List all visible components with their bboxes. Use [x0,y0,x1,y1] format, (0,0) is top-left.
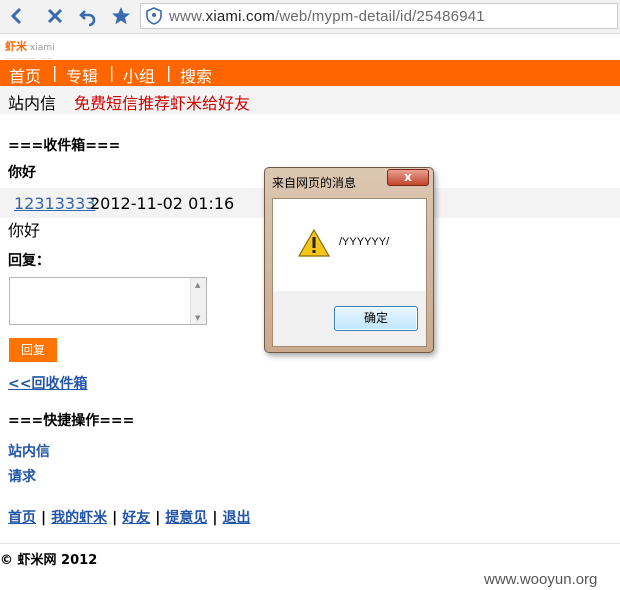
nav-separator: | [109,63,115,82]
footer-separator: | [41,510,47,526]
quick-actions-heading: ===快捷操作=== [8,413,135,429]
nav-item-home[interactable]: 首页 [9,63,41,87]
reply-textarea[interactable]: ▲ ▼ [9,277,207,325]
url-text: www.xiami.com/web/mypm-detail/id/2548694… [169,8,485,25]
footer-link-feedback[interactable]: 提意见 [165,510,207,526]
nav-item-albums[interactable]: 专辑 [66,63,98,87]
quick-link-messages[interactable]: 站内信 [8,441,50,461]
inbox-heading: ===收件箱=== [8,138,121,154]
undo-icon[interactable] [76,4,100,28]
footer-link-friends[interactable]: 好友 [122,510,150,526]
sub-nav: 站内信 免费短信推荐虾米给好友 [0,86,620,114]
footer-link-logout[interactable]: 退出 [223,510,251,526]
warning-icon [297,228,331,257]
dialog-title: 来自网页的消息 [272,176,357,190]
footer-links: 首页 | 我的虾米 | 好友 | 提意见 | 退出 [8,507,251,527]
browser-toolbar: www.xiami.com/web/mypm-detail/id/2548694… [0,0,620,34]
nav-separator: | [166,63,172,82]
reply-label: 回复： [8,253,50,269]
footer-link-my-xiami[interactable]: 我的虾米 [51,510,107,526]
subnav-inbox-link[interactable]: 站内信 [8,90,56,114]
dialog-message: /YYYYYY/ [339,236,390,248]
dialog-ok-button[interactable]: 确定 [334,306,418,331]
site-logo[interactable]: 虾米 xiami ————— · —— [5,38,55,62]
back-to-inbox-link[interactable]: <<回收件箱 [8,373,87,393]
message-body: 你好 [8,221,41,240]
nav-item-search[interactable]: 搜索 [180,63,212,87]
stop-icon[interactable] [43,4,67,28]
subnav-promo-link[interactable]: 免费短信推荐虾米给好友 [74,90,250,114]
copyright: © 虾米网 2012 [0,553,98,568]
logo-row: 虾米 xiami ————— · —— [0,34,620,62]
footer-link-home[interactable]: 首页 [8,510,36,526]
footer-divider [0,543,620,544]
dialog-content: /YYYYYY/ 确定 [272,198,427,347]
message-subject: 你好 [8,165,36,181]
back-arrow-icon[interactable] [5,4,29,28]
reply-button[interactable]: 回复 [9,338,57,362]
sender-link[interactable]: 12313333 [14,194,95,213]
security-shield-icon[interactable] [145,7,163,25]
message-datetime: 2012-11-02 01:16 [90,194,235,213]
nav-separator: | [52,63,58,82]
favorite-star-icon[interactable] [109,4,133,28]
quick-link-requests[interactable]: 请求 [8,466,36,486]
footer-separator: | [212,510,218,526]
footer-separator: | [112,510,118,526]
address-bar[interactable]: www.xiami.com/web/mypm-detail/id/2548694… [140,3,618,29]
scroll-up-icon[interactable]: ▲ [195,281,200,289]
dialog-close-button[interactable]: x [387,169,429,186]
main-nav: 首页 | 专辑 | 小组 | 搜索 [0,60,620,86]
nav-item-groups[interactable]: 小组 [123,63,155,87]
watermark: www.wooyun.org [484,571,598,588]
scroll-down-icon[interactable]: ▼ [195,314,200,322]
textarea-scrollbar[interactable]: ▲ ▼ [190,278,206,324]
footer-separator: | [155,510,161,526]
alert-dialog: 来自网页的消息 x /YYYYYY/ 确定 [264,167,434,353]
dialog-footer: 确定 [273,291,426,346]
